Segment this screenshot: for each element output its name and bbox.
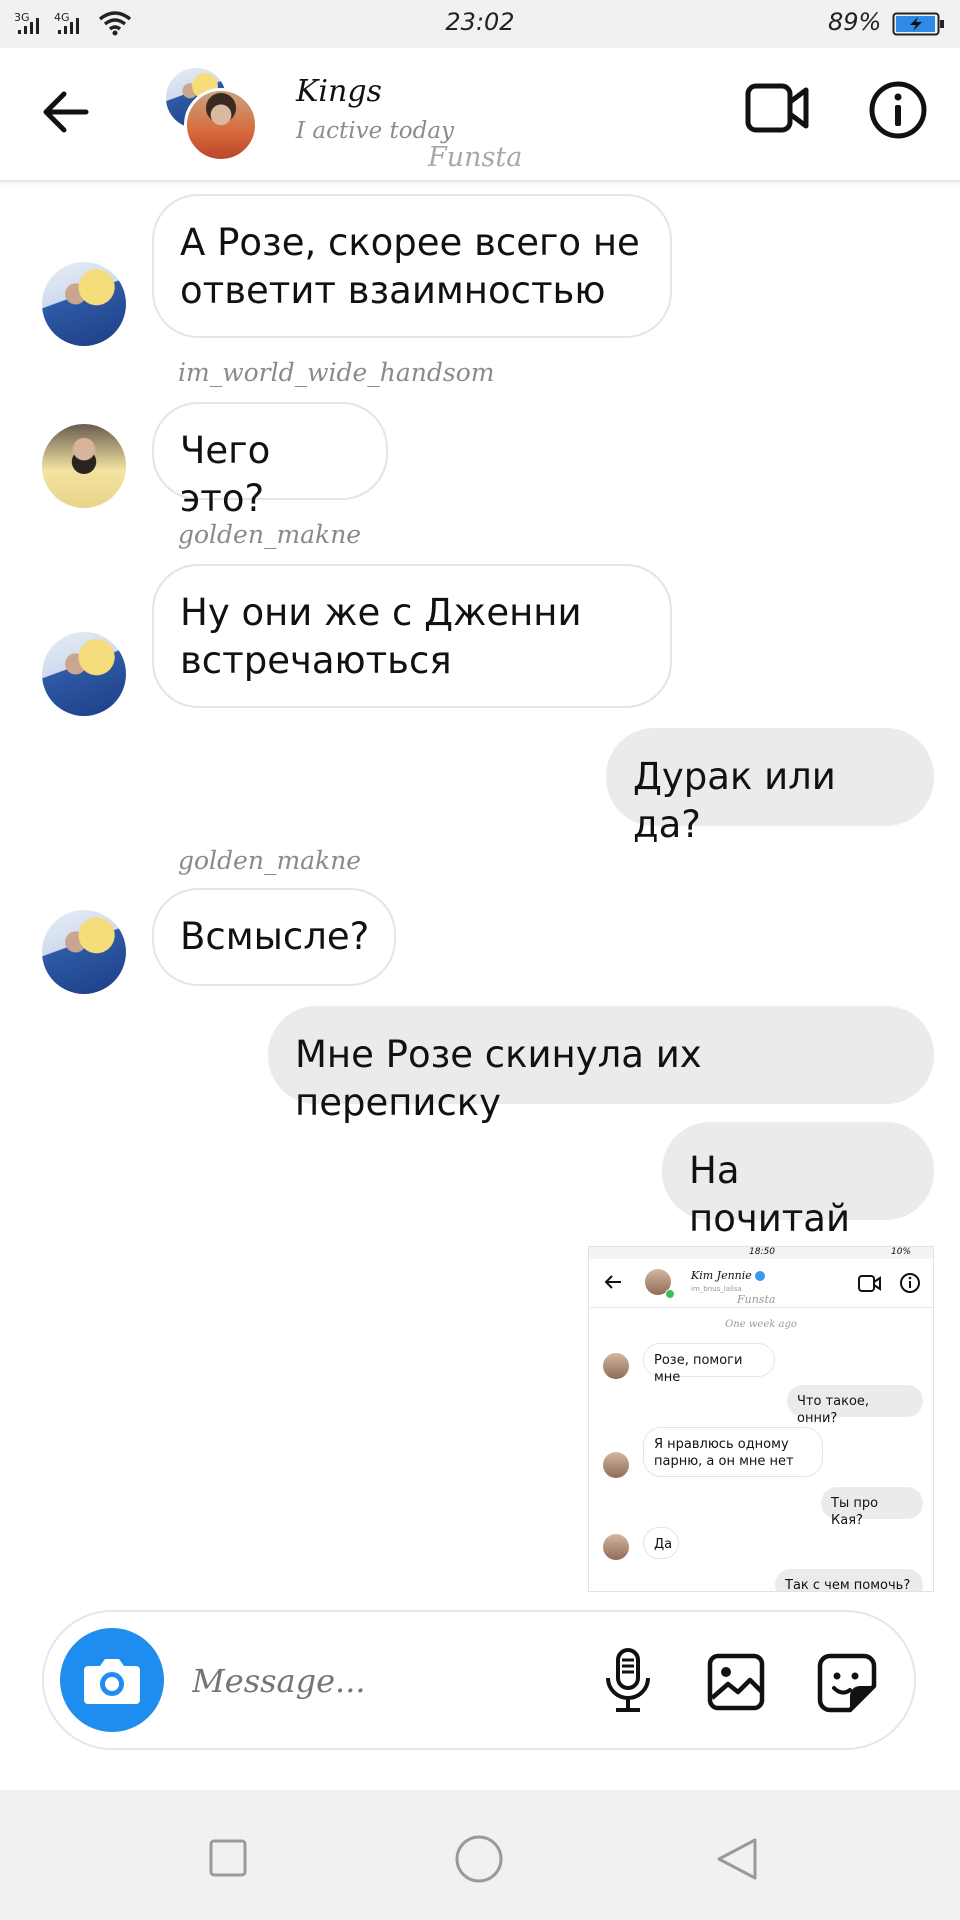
- shot-status-bar: 18:50 10%: [589, 1247, 933, 1259]
- chat-header: Kings I active today Funsta: [0, 48, 960, 182]
- message-bubble-outgoing[interactable]: Мне Розе скинула их переписку: [268, 1006, 934, 1124]
- sender-avatar[interactable]: [42, 262, 126, 346]
- shot-video-icon: [857, 1273, 883, 1297]
- sender-avatar[interactable]: [42, 910, 126, 994]
- shot-message-text: Ты про Кая?: [831, 1496, 879, 1528]
- shot-title-text: Kim Jennie: [691, 1269, 752, 1282]
- sender-name: golden_makne: [178, 520, 362, 549]
- triangle-back-icon: [717, 1838, 757, 1880]
- shot-bubble-outgoing: Что такое, онни?: [787, 1385, 923, 1426]
- chat-subtitle: I active today: [296, 118, 455, 144]
- battery-icon: [892, 12, 946, 40]
- message-text: Дурак или да?: [633, 755, 836, 846]
- message-text: А Розе, скорее всего не ответит взаимнос…: [180, 221, 640, 312]
- shot-message-text: Я нравлюсь одному парню, а он мне нет: [654, 1437, 794, 1469]
- shot-bubble-outgoing: Так с чем помочь?: [775, 1569, 923, 1592]
- shot-bubble-incoming: Я нравлюсь одному парню, а он мне нет: [643, 1427, 823, 1477]
- back-button[interactable]: [714, 1836, 760, 1886]
- sender-avatar[interactable]: [42, 424, 126, 508]
- shot-sender-avatar: [603, 1452, 629, 1478]
- message-text: Чего это?: [180, 429, 271, 520]
- message-bubble-outgoing[interactable]: На почитай: [662, 1122, 934, 1240]
- message-composer: [42, 1610, 916, 1750]
- message-bubble-incoming[interactable]: А Розе, скорее всего не ответит взаимнос…: [152, 194, 672, 338]
- info-icon[interactable]: [868, 80, 928, 144]
- shot-header-divider: [589, 1307, 933, 1308]
- message-text: Мне Розе скинула их переписку: [295, 1033, 702, 1124]
- shot-online-dot: [665, 1289, 675, 1299]
- shot-sender-avatar: [603, 1353, 629, 1379]
- shot-bubble-incoming: Да: [643, 1527, 679, 1559]
- message-text: Всмысле?: [180, 915, 370, 958]
- status-bar: 3G 4G 23:02 89%: [0, 0, 960, 48]
- network-2-label: 4G: [54, 11, 70, 24]
- circle-icon: [455, 1835, 503, 1883]
- shot-title: Kim Jennie: [691, 1269, 766, 1282]
- verified-badge-icon: [755, 1271, 766, 1281]
- message-bubble-incoming[interactable]: Чего это?: [152, 402, 388, 520]
- camera-button[interactable]: [60, 1628, 164, 1732]
- group-avatar-front[interactable]: [184, 88, 258, 162]
- square-icon: [209, 1839, 247, 1877]
- shot-status-battery: 10%: [891, 1247, 912, 1257]
- message-bubble-incoming[interactable]: Ну они же с Дженни встречаються: [152, 564, 672, 708]
- shot-status-time: 18:50: [749, 1247, 775, 1257]
- message-input[interactable]: [190, 1648, 614, 1714]
- network-1-label: 3G: [14, 11, 30, 24]
- shot-info-icon: [899, 1272, 921, 1298]
- shot-sender-avatar: [603, 1534, 629, 1560]
- sender-name: golden_makne: [178, 846, 362, 875]
- camera-icon: [84, 1659, 140, 1704]
- microphone-icon[interactable]: [600, 1646, 656, 1720]
- sticker-icon[interactable]: [816, 1652, 878, 1718]
- message-text: Ну они же с Дженни встречаються: [180, 591, 582, 682]
- shot-bubble-outgoing: Ты про Кая?: [821, 1487, 923, 1528]
- video-call-icon[interactable]: [744, 80, 812, 140]
- shot-bubble-incoming: Розе, помоги мне: [643, 1343, 775, 1385]
- shot-message-text: Розе, помоги мне: [654, 1353, 743, 1385]
- message-text: На почитай: [689, 1149, 851, 1240]
- shot-separator: One week ago: [725, 1319, 797, 1330]
- chat-title[interactable]: Kings: [296, 74, 382, 109]
- shot-message-text: Так с чем помочь?: [785, 1578, 911, 1592]
- gallery-icon[interactable]: [706, 1652, 766, 1716]
- status-time: 23:02: [445, 8, 515, 36]
- shot-message-text: Да: [654, 1537, 673, 1552]
- sender-avatar[interactable]: [42, 632, 126, 716]
- shot-subtitle: im_bnus_lalisa: [691, 1285, 742, 1293]
- shot-watermark: Funsta: [737, 1293, 776, 1306]
- message-bubble-outgoing[interactable]: Дурак или да?: [606, 728, 934, 846]
- recent-apps-button[interactable]: [208, 1838, 248, 1882]
- system-navigation-bar: [0, 1790, 960, 1920]
- sender-name: im_world_wide_handsom: [178, 358, 495, 387]
- battery-percent: 89%: [828, 8, 882, 36]
- watermark: Funsta: [428, 142, 523, 173]
- shot-back-arrow-icon: [603, 1273, 623, 1295]
- home-button[interactable]: [454, 1834, 504, 1888]
- shared-screenshot[interactable]: 18:50 10% Kim Jennie im_bnus_lalisa Funs…: [588, 1246, 934, 1592]
- back-arrow-icon[interactable]: [40, 90, 90, 138]
- shot-message-text: Что такое, онни?: [797, 1394, 870, 1426]
- message-bubble-incoming[interactable]: Всмысле?: [152, 888, 396, 986]
- wifi-icon: [98, 10, 132, 40]
